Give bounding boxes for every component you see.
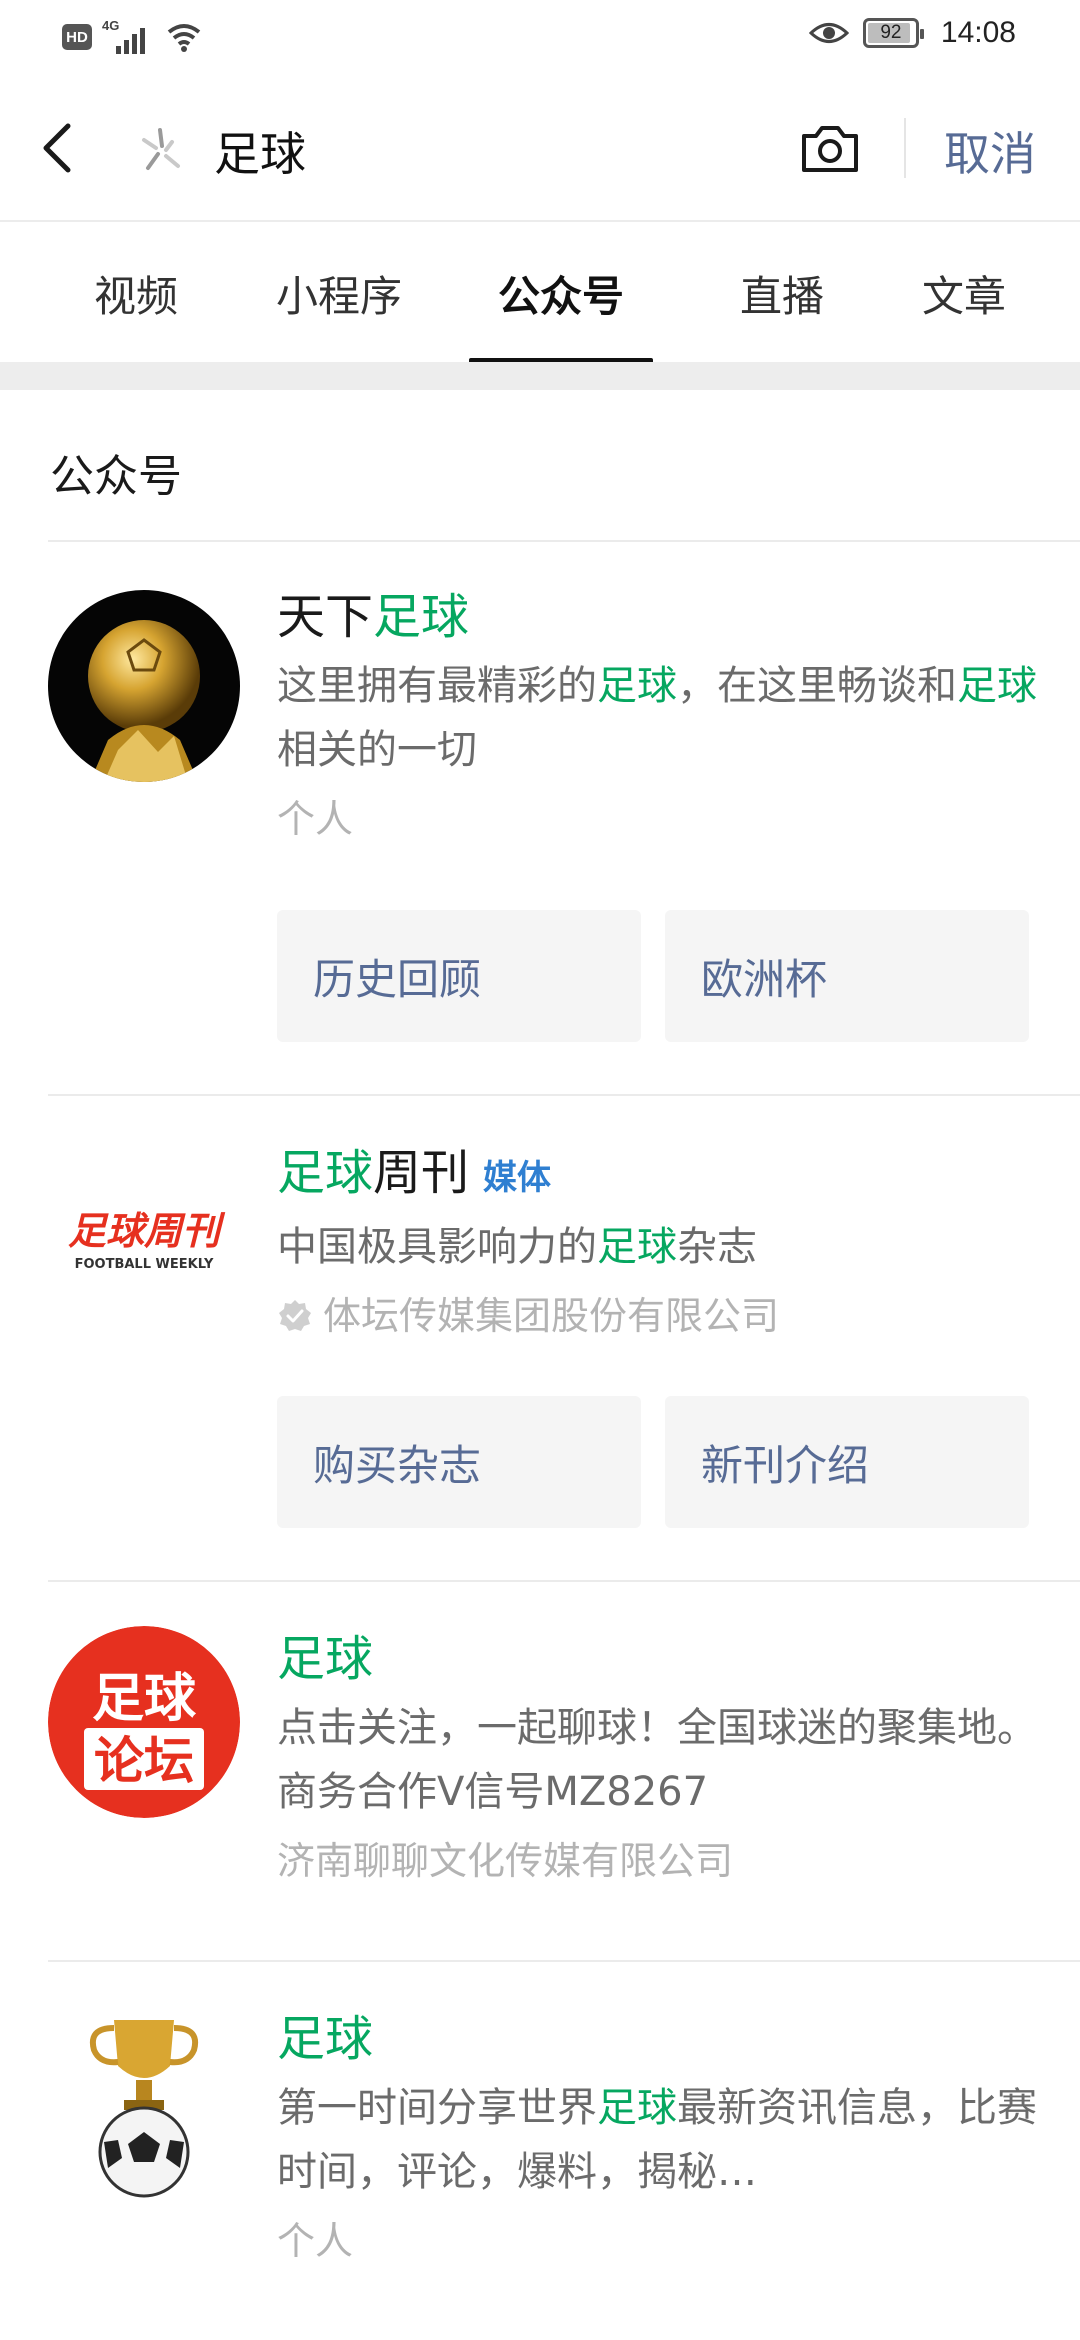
- hd-voice-icon: HD: [62, 24, 92, 50]
- verified-icon: [279, 1300, 311, 1331]
- section-title: 公众号: [50, 451, 182, 502]
- account-owner: 体坛传媒集团股份有限公司: [277, 1287, 1050, 1345]
- cancel-button[interactable]: 取消: [944, 118, 1036, 184]
- search-tabs: 视频 小程序 公众号 直播 文章: [0, 220, 1080, 362]
- name-highlight: 足球: [277, 1631, 374, 1687]
- back-arrow-icon[interactable]: [38, 116, 78, 180]
- football-weekly-logo: 足球周刊 FOOTBALL WEEKLY: [48, 1146, 240, 1338]
- account-description: 点击关注，一起聊球！全国球迷的聚集地。商务合作V信号MZ8267: [277, 1705, 1037, 1815]
- avatar: [48, 590, 240, 782]
- account-name: 天下足球: [277, 584, 1050, 650]
- account-type: 个人: [277, 797, 354, 841]
- account-name: 足球周刊 媒体: [277, 1140, 1050, 1211]
- owner-text: 体坛传媒集团股份有限公司: [323, 1294, 780, 1338]
- golden-ball-icon: [48, 590, 240, 782]
- search-header: 足球 取消: [0, 76, 1080, 220]
- media-badge: 媒体: [483, 1158, 552, 1198]
- menu-button-buy-magazine[interactable]: 购买杂志: [277, 1396, 641, 1528]
- tab-articles[interactable]: 文章: [848, 222, 1080, 364]
- menu-button-euro[interactable]: 欧洲杯: [665, 910, 1029, 1042]
- battery-level: 92: [880, 22, 902, 43]
- name-highlight: 足球: [373, 589, 470, 645]
- account-type: 个人: [277, 2219, 354, 2263]
- eye-comfort-icon: [808, 23, 849, 43]
- search-logo-icon: [142, 128, 180, 170]
- logo-text: 论坛: [94, 1732, 194, 1790]
- camera-icon[interactable]: [798, 120, 862, 176]
- section-separator: [0, 362, 1080, 390]
- divider: [48, 1580, 1080, 1582]
- avatar: 足球周刊 FOOTBALL WEEKLY: [48, 1146, 240, 1338]
- trophy-ball-icon: [48, 2006, 240, 2198]
- tab-official-accounts[interactable]: 公众号: [406, 222, 716, 364]
- account-description: 这里拥有最精彩的足球，在这里畅谈和足球相关的一切: [277, 663, 1037, 773]
- tab-video[interactable]: 视频: [0, 222, 272, 364]
- account-owner: 济南聊聊文化传媒有限公司: [277, 1839, 734, 1883]
- account-description: 第一时间分享世界足球最新资讯信息，比赛时间，评论，爆料，揭秘…: [277, 2085, 1037, 2195]
- status-bar: HD 4G 92 14:08: [0, 0, 1080, 76]
- name-text: 天下: [277, 589, 374, 645]
- divider: [48, 540, 1080, 542]
- avatar: 足球 论坛: [48, 1626, 240, 1818]
- menu-button-history[interactable]: 历史回顾: [277, 910, 641, 1042]
- divider: [48, 1960, 1080, 1962]
- header-divider: [904, 118, 906, 178]
- cellular-signal-icon: 4G: [102, 18, 156, 54]
- tab-mini-program[interactable]: 小程序: [272, 222, 406, 364]
- clock: 14:08: [940, 16, 1016, 49]
- account-name: 足球: [277, 2006, 1050, 2072]
- avatar: [48, 2006, 240, 2198]
- football-forum-logo: 足球 论坛: [48, 1626, 240, 1818]
- battery-icon: 92: [862, 18, 924, 48]
- account-name: 足球: [277, 1626, 1050, 1692]
- logo-subtext: FOOTBALL WEEKLY: [75, 1257, 214, 1272]
- account-description: 中国极具影响力的足球杂志: [277, 1224, 757, 1270]
- name-highlight: 足球: [277, 1145, 374, 1201]
- tab-live[interactable]: 直播: [716, 222, 848, 364]
- divider: [48, 1094, 1080, 1096]
- name-text: 周刊: [373, 1145, 470, 1201]
- wifi-icon: [167, 24, 201, 52]
- logo-text: 足球: [92, 1669, 197, 1729]
- search-input[interactable]: 足球: [214, 118, 306, 184]
- menu-button-new-issue[interactable]: 新刊介绍: [665, 1396, 1029, 1528]
- logo-text: 足球周刊: [68, 1209, 226, 1253]
- name-highlight: 足球: [277, 2011, 374, 2067]
